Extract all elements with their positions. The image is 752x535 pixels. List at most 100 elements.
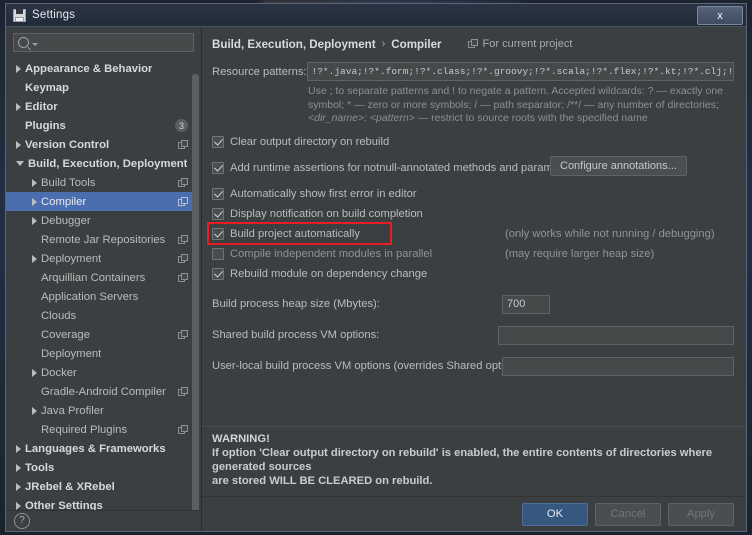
sidebar-item-application-servers[interactable]: Application Servers bbox=[6, 287, 192, 306]
checkbox-row-build-project-automatically[interactable]: Build project automatically (only works … bbox=[212, 225, 734, 243]
settings-window: Settings x Appearance & Behavior Keymap Ed… bbox=[5, 3, 747, 532]
heap-size-input[interactable]: 700 bbox=[502, 294, 550, 314]
for-current-project[interactable]: For current project bbox=[467, 38, 572, 50]
sidebar-item-label: Appearance & Behavior bbox=[25, 62, 153, 75]
sidebar-item-gradle-android-compiler[interactable]: Gradle-Android Compiler bbox=[6, 382, 192, 401]
chevron-right-icon[interactable] bbox=[32, 254, 37, 263]
chevron-right-icon[interactable] bbox=[16, 482, 21, 491]
sidebar-item-java-profiler[interactable]: Java Profiler bbox=[6, 401, 192, 420]
resource-patterns-input[interactable]: !?*.java;!?*.form;!?*.class;!?*.groovy;!… bbox=[306, 62, 734, 81]
settings-sidebar: Appearance & Behavior Keymap Editor Plugins… bbox=[6, 27, 202, 531]
sidebar-item-deployment[interactable]: Deployment bbox=[6, 344, 192, 363]
sidebar-item-required-plugins[interactable]: Required Plugins bbox=[6, 420, 192, 439]
sidebar-item-label: JRebel & XRebel bbox=[25, 480, 115, 493]
sidebar-item-label: Tools bbox=[25, 461, 55, 474]
sidebar-item-keymap[interactable]: Keymap bbox=[6, 78, 192, 97]
settings-dialog-screen: Settings x Appearance & Behavior Keymap Ed… bbox=[0, 0, 752, 535]
checkbox-row-compile-parallel[interactable]: Compile independent modules in parallel … bbox=[212, 245, 734, 263]
sidebar-item-compiler[interactable]: Compiler bbox=[6, 192, 192, 211]
sidebar-item-editor[interactable]: Editor bbox=[6, 97, 192, 116]
settings-tree-list: Appearance & Behavior Keymap Editor Plugins… bbox=[6, 59, 192, 510]
configure-annotations-wrap: Configure annotations... bbox=[550, 155, 687, 176]
cancel-button[interactable]: Cancel bbox=[595, 502, 661, 526]
shared-vm-options-input[interactable] bbox=[497, 325, 734, 345]
checkbox-build-project-automatically[interactable] bbox=[212, 227, 224, 240]
configure-annotations-button[interactable]: Configure annotations... bbox=[550, 155, 687, 176]
sidebar-item-build-tools[interactable]: Build Tools bbox=[6, 173, 192, 192]
checkbox-row-show-first-error[interactable]: Automatically show first error in editor bbox=[212, 185, 734, 203]
sidebar-item-label: Arquillian Containers bbox=[41, 271, 146, 284]
checkbox-automatically-show-first-error[interactable] bbox=[212, 187, 224, 200]
window-titlebar: Settings x bbox=[6, 4, 746, 27]
sidebar-item-arquillian-containers[interactable]: Arquillian Containers bbox=[6, 268, 192, 287]
ok-button[interactable]: OK bbox=[522, 502, 588, 526]
sidebar-item-version-control[interactable]: Version Control bbox=[6, 135, 192, 154]
sidebar-item-docker[interactable]: Docker bbox=[6, 363, 192, 382]
close-icon[interactable]: x bbox=[697, 6, 743, 25]
sidebar-item-clouds[interactable]: Clouds bbox=[6, 306, 192, 325]
sidebar-search-wrap bbox=[6, 27, 201, 56]
sidebar-item-languages-frameworks[interactable]: Languages & Frameworks bbox=[6, 439, 192, 458]
sidebar-item-tools[interactable]: Tools bbox=[6, 458, 192, 477]
sidebar-item-appearance-behavior[interactable]: Appearance & Behavior bbox=[6, 59, 192, 78]
chevron-right-icon[interactable] bbox=[32, 178, 37, 187]
search-input[interactable] bbox=[38, 36, 189, 49]
chevron-right-icon[interactable] bbox=[16, 102, 21, 111]
sidebar-item-label: Docker bbox=[41, 366, 77, 379]
search-box[interactable] bbox=[13, 33, 194, 52]
breadcrumb-parent[interactable]: Build, Execution, Deployment bbox=[212, 38, 376, 51]
resource-patterns-row: Resource patterns: !?*.java;!?*.form;!?*… bbox=[212, 62, 734, 81]
sidebar-item-label: Build, Execution, Deployment bbox=[28, 157, 188, 170]
chevron-right-icon[interactable] bbox=[32, 216, 37, 225]
chevron-down-icon[interactable] bbox=[16, 161, 24, 166]
chevron-right-icon[interactable] bbox=[16, 463, 21, 472]
checkbox-clear-output-directory[interactable] bbox=[212, 135, 224, 148]
chevron-right-icon[interactable] bbox=[16, 140, 21, 149]
sidebar-item-deployment[interactable]: Deployment bbox=[6, 249, 192, 268]
chevron-right-icon[interactable] bbox=[16, 501, 21, 510]
sidebar-item-label: Editor bbox=[25, 100, 58, 113]
sidebar-item-other-settings[interactable]: Other Settings bbox=[6, 496, 192, 510]
user-local-vm-options-input[interactable] bbox=[502, 356, 734, 376]
compiler-settings-content: Build, Execution, Deployment › Compiler … bbox=[202, 27, 746, 426]
sidebar-item-label: Keymap bbox=[25, 81, 69, 94]
sidebar-scrollbar[interactable] bbox=[192, 74, 199, 510]
sidebar-footer: ? bbox=[6, 510, 201, 531]
search-icon bbox=[18, 37, 29, 48]
sidebar-item-label: Coverage bbox=[41, 328, 90, 341]
sidebar-item-build-execution-deployment[interactable]: Build, Execution, Deployment bbox=[6, 154, 192, 173]
heap-size-value: 700 bbox=[507, 298, 526, 310]
checkbox-compile-independent-modules-parallel[interactable] bbox=[212, 247, 224, 260]
heap-size-row: Build process heap size (Mbytes): 700 bbox=[212, 294, 734, 314]
sidebar-item-debugger[interactable]: Debugger bbox=[6, 211, 192, 230]
chevron-right-icon[interactable] bbox=[16, 444, 21, 453]
sidebar-item-jrebel-xrebel[interactable]: JRebel & XRebel bbox=[6, 477, 192, 496]
sidebar-item-coverage[interactable]: Coverage bbox=[6, 325, 192, 344]
sidebar-item-plugins[interactable]: Plugins 3 bbox=[6, 116, 192, 135]
project-scope-icon bbox=[178, 386, 188, 397]
chevron-right-icon[interactable] bbox=[32, 406, 37, 415]
sidebar-scrollbar-thumb[interactable] bbox=[192, 74, 199, 510]
apply-button[interactable]: Apply bbox=[668, 502, 734, 526]
help-icon[interactable]: ? bbox=[14, 513, 30, 529]
checkbox-row-rebuild-module[interactable]: Rebuild module on dependency change bbox=[212, 265, 734, 283]
chevron-right-icon[interactable] bbox=[32, 197, 37, 206]
project-scope-icon bbox=[178, 272, 188, 283]
checkbox-row-display-notification[interactable]: Display notification on build completion bbox=[212, 205, 734, 223]
sidebar-item-remote-jar-repositories[interactable]: Remote Jar Repositories bbox=[6, 230, 192, 249]
checkbox-rebuild-module-on-dependency-change[interactable] bbox=[212, 267, 224, 280]
checkbox-row-runtime-assertions[interactable]: Add runtime assertions for notnull-annot… bbox=[212, 155, 734, 179]
checkbox-row-clear-output[interactable]: Clear output directory on rebuild bbox=[212, 133, 734, 151]
checkbox-display-notification[interactable] bbox=[212, 207, 224, 220]
checkbox-add-runtime-assertions[interactable] bbox=[212, 161, 224, 174]
chevron-right-icon[interactable] bbox=[32, 368, 37, 377]
breadcrumb-current: Compiler bbox=[391, 37, 442, 51]
user-local-vm-options-row: User-local build process VM options (ove… bbox=[212, 356, 734, 376]
chevron-right-icon[interactable] bbox=[16, 64, 21, 73]
